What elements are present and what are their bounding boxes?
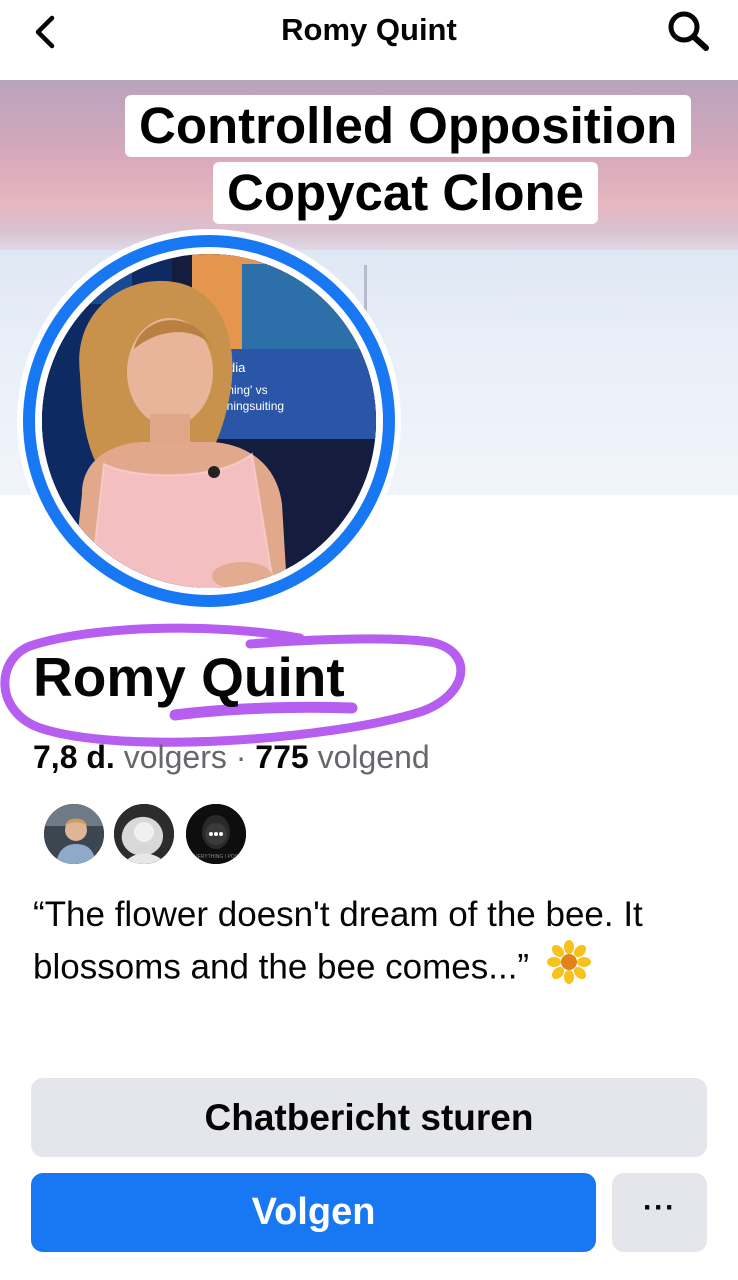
- stats-separator: ·: [235, 739, 247, 775]
- profile-bio: “The flower doesn't dream of the bee. It…: [33, 890, 693, 998]
- follow-stats: 7,8 d. volgers · 775 volgend: [33, 737, 430, 777]
- cover-overlay-text-line-2: Copycat Clone: [213, 162, 599, 224]
- avatar-image: EVERYTHING I POST: [186, 804, 246, 864]
- avatar-photo-illustration: Media forming' vs meningsuiting: [42, 254, 376, 588]
- avatar[interactable]: Media forming' vs meningsuiting: [42, 254, 376, 588]
- avatar-image: [114, 804, 174, 864]
- cover-overlay-text-line-1: Controlled Opposition: [125, 95, 692, 157]
- followers-count[interactable]: 7,8 d.: [33, 739, 115, 775]
- top-nav-bar: Romy Quint: [0, 0, 738, 80]
- mutual-friend-avatar[interactable]: [112, 802, 176, 866]
- follow-button[interactable]: Volgen: [31, 1173, 596, 1252]
- avatar-image: [44, 804, 104, 864]
- followers-label[interactable]: volgers: [124, 739, 227, 775]
- following-count[interactable]: 775: [255, 739, 308, 775]
- more-options-button[interactable]: ···: [612, 1173, 707, 1252]
- profile-name: Romy Quint: [33, 646, 345, 708]
- search-icon: [668, 11, 709, 51]
- page-title: Romy Quint: [281, 12, 457, 47]
- following-label[interactable]: volgend: [318, 739, 430, 775]
- mutual-friend-avatar[interactable]: [42, 802, 106, 866]
- sunflower-icon: [546, 940, 591, 998]
- send-message-button[interactable]: Chatbericht sturen: [31, 1078, 707, 1157]
- mutual-avatar-caption: EVERYTHING I POST: [191, 854, 241, 860]
- search-button[interactable]: [664, 8, 714, 54]
- mutual-friend-avatar[interactable]: EVERYTHING I POST: [184, 802, 248, 866]
